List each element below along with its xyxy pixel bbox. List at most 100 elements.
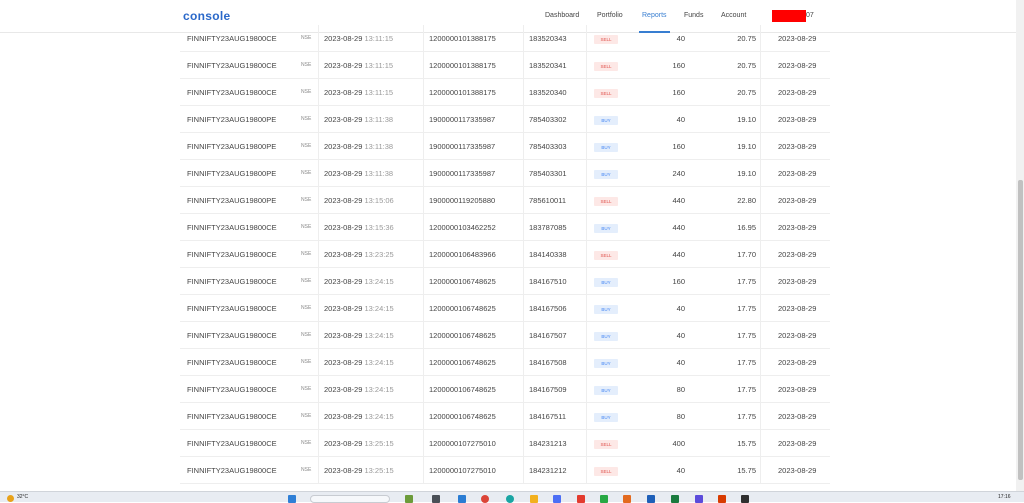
- taskbar-clock[interactable]: 17:16: [998, 494, 1011, 500]
- nav-portfolio[interactable]: Portfolio: [597, 12, 623, 19]
- column-divider: [318, 106, 319, 133]
- trade-type-badge: SELL: [594, 197, 618, 206]
- settlement-date: 2023-08-29: [778, 61, 817, 70]
- column-divider: [760, 376, 761, 403]
- trade-quantity: 40: [676, 358, 685, 367]
- column-divider: [760, 457, 761, 484]
- trade-price: 17.75: [737, 385, 756, 394]
- trade-quantity: 240: [672, 169, 685, 178]
- trade-quantity: 440: [672, 250, 685, 259]
- trade-price: 20.75: [737, 88, 756, 97]
- nav-reports[interactable]: Reports: [642, 12, 667, 19]
- settlement-date: 2023-08-29: [778, 223, 817, 232]
- column-divider: [423, 160, 424, 187]
- scrollbar-thumb[interactable]: [1018, 180, 1023, 480]
- column-divider: [760, 295, 761, 322]
- temperature[interactable]: 32°C: [17, 494, 28, 500]
- trade-symbol: FINNIFTY23AUG19800CE: [187, 61, 277, 70]
- weather-icon[interactable]: [7, 495, 14, 502]
- trade-quantity: 40: [676, 304, 685, 313]
- column-divider: [318, 25, 319, 52]
- trade-price: 16.95: [737, 223, 756, 232]
- trade-date: 2023-08-29: [324, 304, 363, 313]
- trade-exchange: NSE: [301, 440, 312, 446]
- redacted-user-id[interactable]: [772, 10, 806, 22]
- trade-exchange: NSE: [301, 89, 312, 95]
- nav-account[interactable]: Account: [721, 12, 746, 19]
- trade-type-badge: SELL: [594, 62, 618, 71]
- trade-exchange: NSE: [301, 62, 312, 68]
- trade-type-badge: SELL: [594, 251, 618, 260]
- column-divider: [586, 430, 587, 457]
- order-id: 785403301: [529, 169, 567, 178]
- trade-symbol: FINNIFTY23AUG19800CE: [187, 223, 277, 232]
- table-row: FINNIFTY23AUG19800CE NSE 2023-08-29 13:25:…: [180, 430, 830, 457]
- order-id: 184167506: [529, 304, 567, 313]
- trade-date: 2023-08-29: [324, 331, 363, 340]
- trade-id: 1200000106748625: [429, 385, 496, 394]
- trade-time: 13:11:38: [364, 169, 394, 178]
- settlement-date: 2023-08-29: [778, 304, 817, 313]
- trade-time: 13:11:38: [364, 115, 394, 124]
- trade-exchange: NSE: [301, 251, 312, 257]
- column-divider: [760, 106, 761, 133]
- order-id: 184167509: [529, 385, 567, 394]
- table-row: FINNIFTY23AUG19800CE NSE 2023-08-29 13:24:…: [180, 376, 830, 403]
- trade-time: 13:11:15: [364, 88, 394, 97]
- table-row: FINNIFTY23AUG19800CE NSE 2023-08-29 13:24:…: [180, 403, 830, 430]
- column-divider: [760, 133, 761, 160]
- trade-price: 17.75: [737, 331, 756, 340]
- trade-time: 13:25:15: [364, 466, 394, 475]
- column-divider: [423, 214, 424, 241]
- trade-datetime: 2023-08-29 13:11:38: [324, 160, 393, 187]
- column-divider: [423, 52, 424, 79]
- column-divider: [523, 160, 524, 187]
- table-row: FINNIFTY23AUG19800CE NSE 2023-08-29 13:24:…: [180, 349, 830, 376]
- column-divider: [523, 376, 524, 403]
- column-divider: [586, 106, 587, 133]
- trade-type-badge: SELL: [594, 467, 618, 476]
- console-logo[interactable]: console: [183, 9, 230, 23]
- table-row: FINNIFTY23AUG19800PE NSE 2023-08-29 13:11:…: [180, 133, 830, 160]
- trade-price: 22.80: [737, 196, 756, 205]
- trade-datetime: 2023-08-29 13:24:15: [324, 268, 394, 295]
- trade-quantity: 40: [676, 466, 685, 475]
- order-id: 184167507: [529, 331, 567, 340]
- order-id: 785403303: [529, 142, 567, 151]
- trade-date: 2023-08-29: [324, 169, 363, 178]
- column-divider: [423, 295, 424, 322]
- trade-date: 2023-08-29: [324, 88, 363, 97]
- column-divider: [760, 79, 761, 106]
- user-id-suffix[interactable]: 07: [806, 12, 814, 19]
- trade-date: 2023-08-29: [324, 115, 363, 124]
- trade-id: 1200000103462252: [429, 223, 496, 232]
- trade-date: 2023-08-29: [324, 250, 363, 259]
- trade-datetime: 2023-08-29 13:24:15: [324, 403, 394, 430]
- trade-type-badge: BUY: [594, 386, 618, 395]
- column-divider: [423, 457, 424, 484]
- column-divider: [318, 376, 319, 403]
- column-divider: [586, 403, 587, 430]
- order-id: 183520343: [529, 34, 567, 43]
- trade-datetime: 2023-08-29 13:24:15: [324, 295, 394, 322]
- column-divider: [586, 79, 587, 106]
- column-divider: [586, 52, 587, 79]
- column-divider: [423, 376, 424, 403]
- column-divider: [423, 430, 424, 457]
- trade-type-badge: BUY: [594, 332, 618, 341]
- nav-funds[interactable]: Funds: [684, 12, 703, 19]
- trade-type-badge: BUY: [594, 116, 618, 125]
- column-divider: [318, 403, 319, 430]
- order-id: 183787085: [529, 223, 567, 232]
- settlement-date: 2023-08-29: [778, 196, 817, 205]
- column-divider: [523, 322, 524, 349]
- trade-time: 13:15:36: [364, 223, 394, 232]
- trade-quantity: 440: [672, 223, 685, 232]
- table-row: FINNIFTY23AUG19800CE NSE 2023-08-29 13:11:…: [180, 25, 830, 52]
- trade-price: 17.75: [737, 304, 756, 313]
- column-divider: [586, 457, 587, 484]
- nav-dashboard[interactable]: Dashboard: [545, 12, 579, 19]
- column-divider: [318, 322, 319, 349]
- column-divider: [523, 430, 524, 457]
- column-divider: [760, 187, 761, 214]
